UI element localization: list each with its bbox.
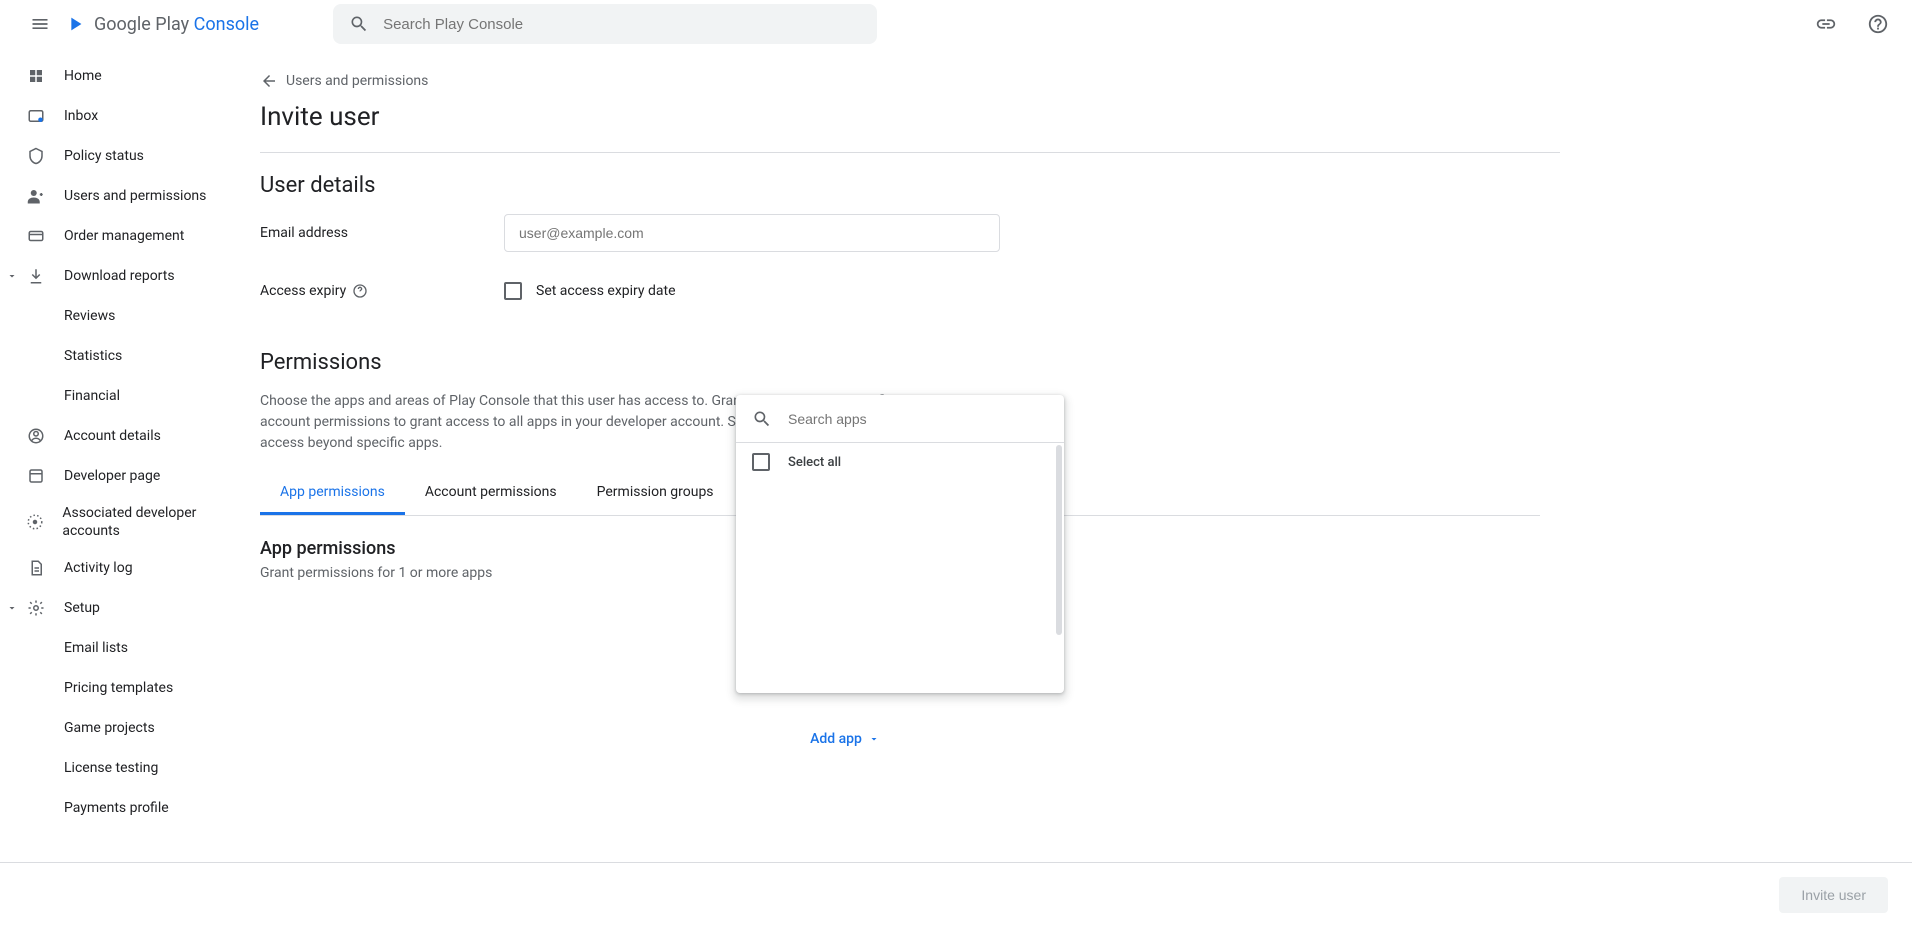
search-icon xyxy=(349,14,369,34)
sidebar-item-label: Setup xyxy=(64,600,100,616)
users-icon xyxy=(27,187,45,205)
sidebar-item-developer-page[interactable]: Developer page xyxy=(0,456,260,496)
page-icon xyxy=(27,467,45,485)
sidebar-item-associated-accounts[interactable]: Associated developer accounts xyxy=(0,496,260,548)
search-icon xyxy=(752,409,772,429)
breadcrumb-label: Users and permissions xyxy=(286,73,428,89)
person-circle-icon xyxy=(27,427,45,445)
apps-icon xyxy=(27,67,45,85)
play-icon xyxy=(64,13,86,35)
tab-account-permissions[interactable]: Account permissions xyxy=(405,472,577,515)
sidebar-item-payments-profile[interactable]: Payments profile xyxy=(0,788,260,828)
access-expiry-checkbox-label: Set access expiry date xyxy=(536,283,676,299)
tab-permission-groups[interactable]: Permission groups xyxy=(577,472,734,515)
sidebar-item-label: Policy status xyxy=(64,148,144,164)
help-circle-icon[interactable] xyxy=(352,283,368,299)
divider xyxy=(260,152,1560,153)
sidebar-item-label: Email lists xyxy=(64,640,128,656)
permissions-title: Permissions xyxy=(260,350,1540,375)
sidebar-item-label: Reviews xyxy=(64,308,115,324)
chevron-down-icon xyxy=(6,602,18,614)
sidebar-item-activity-log[interactable]: Activity log xyxy=(0,548,260,588)
hamburger-menu-button[interactable] xyxy=(16,0,64,48)
sidebar-item-download-reports[interactable]: Download reports xyxy=(0,256,260,296)
tab-app-permissions[interactable]: App permissions xyxy=(260,472,405,515)
link-button[interactable] xyxy=(1808,6,1844,42)
sidebar: Home Inbox Policy status Users and permi… xyxy=(0,48,260,926)
network-icon xyxy=(26,513,44,531)
search-apps-popup: Select all xyxy=(736,395,1064,693)
sidebar-item-account-details[interactable]: Account details xyxy=(0,416,260,456)
search-input[interactable] xyxy=(381,15,861,34)
sidebar-item-label: Financial xyxy=(64,388,120,404)
download-icon xyxy=(27,267,45,285)
help-button[interactable] xyxy=(1860,6,1896,42)
sidebar-item-label: Developer page xyxy=(64,468,160,484)
shield-icon xyxy=(27,147,45,165)
sidebar-item-label: Pricing templates xyxy=(64,680,173,696)
access-expiry-checkbox[interactable] xyxy=(504,282,522,300)
sidebar-item-email-lists[interactable]: Email lists xyxy=(0,628,260,668)
access-expiry-label: Access expiry xyxy=(260,283,504,299)
breadcrumb-back[interactable]: Users and permissions xyxy=(260,64,1540,98)
help-icon xyxy=(1867,13,1889,35)
card-icon xyxy=(27,227,45,245)
sidebar-item-reviews[interactable]: Reviews xyxy=(0,296,260,336)
select-all-checkbox[interactable] xyxy=(752,453,770,471)
sidebar-item-financial[interactable]: Financial xyxy=(0,376,260,416)
inbox-icon xyxy=(27,107,45,125)
sidebar-item-pricing-templates[interactable]: Pricing templates xyxy=(0,668,260,708)
sidebar-item-users-permissions[interactable]: Users and permissions xyxy=(0,176,260,216)
arrow-left-icon xyxy=(260,72,278,90)
sidebar-item-label: Order management xyxy=(64,228,184,244)
search-bar[interactable] xyxy=(333,4,877,44)
chevron-down-icon xyxy=(6,270,18,282)
sidebar-item-label: Associated developer accounts xyxy=(62,504,244,540)
popup-scrollbar[interactable] xyxy=(1056,445,1062,691)
select-all-row[interactable]: Select all xyxy=(736,443,1064,481)
dropdown-arrow-icon xyxy=(868,733,880,745)
sidebar-item-label: Inbox xyxy=(64,108,98,124)
menu-icon xyxy=(30,14,50,34)
gear-icon xyxy=(27,599,45,617)
sidebar-item-label: Activity log xyxy=(64,560,133,576)
document-icon xyxy=(27,559,45,577)
search-apps-input[interactable] xyxy=(786,410,1048,428)
link-icon xyxy=(1815,13,1837,35)
add-app-button[interactable]: Add app xyxy=(510,731,1180,747)
sidebar-item-setup[interactable]: Setup xyxy=(0,588,260,628)
sidebar-item-statistics[interactable]: Statistics xyxy=(0,336,260,376)
footer-bar: Invite user xyxy=(0,862,1912,926)
email-label: Email address xyxy=(260,225,504,241)
user-details-title: User details xyxy=(260,173,1540,198)
sidebar-item-label: Home xyxy=(64,68,102,84)
play-console-logo[interactable]: Google Play Console xyxy=(64,13,259,35)
sidebar-item-label: Statistics xyxy=(64,348,122,364)
sidebar-item-label: Account details xyxy=(64,428,161,444)
sidebar-item-label: Users and permissions xyxy=(64,188,206,204)
sidebar-item-label: Game projects xyxy=(64,720,155,736)
sidebar-item-label: License testing xyxy=(64,760,158,776)
logo-text: Google Play Console xyxy=(94,14,259,35)
sidebar-item-home[interactable]: Home xyxy=(0,56,260,96)
sidebar-item-game-projects[interactable]: Game projects xyxy=(0,708,260,748)
select-all-label: Select all xyxy=(788,455,841,470)
sidebar-item-policy-status[interactable]: Policy status xyxy=(0,136,260,176)
email-field[interactable] xyxy=(504,214,1000,252)
sidebar-item-license-testing[interactable]: License testing xyxy=(0,748,260,788)
sidebar-item-order-management[interactable]: Order management xyxy=(0,216,260,256)
sidebar-item-label: Download reports xyxy=(64,268,175,284)
sidebar-item-label: Payments profile xyxy=(64,800,169,816)
page-title: Invite user xyxy=(260,102,1540,132)
sidebar-item-inbox[interactable]: Inbox xyxy=(0,96,260,136)
invite-user-button[interactable]: Invite user xyxy=(1779,877,1888,913)
